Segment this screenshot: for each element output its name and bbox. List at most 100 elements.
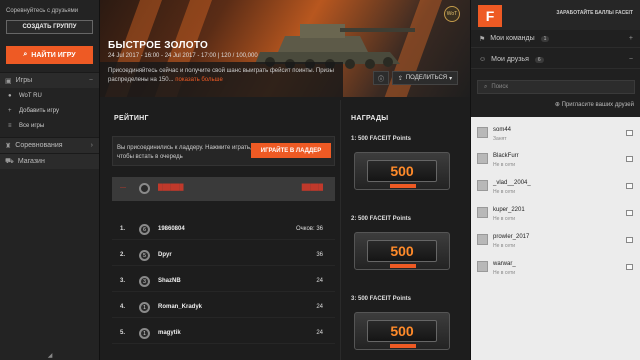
my-friends-section[interactable]: ☺ Мои друзья 6 − (471, 51, 640, 69)
prizes-heading: НАГРАДЫ (351, 115, 389, 122)
right-header: F ЗАРАБОТАЙТЕ БАЛЛЫ FACEIT (471, 0, 640, 30)
find-game-button[interactable]: ⌕ НАЙТИ ИГРУ (6, 46, 93, 64)
event-title: БЫСТРОЕ ЗОЛОТО (108, 40, 209, 51)
shop-section[interactable]: ⛟ Магазин (0, 153, 99, 169)
prize-card: 500 (354, 312, 450, 350)
table-row[interactable]: 4. 1 Roman_Kradyk 24 (112, 300, 335, 318)
expand-icon[interactable]: ◢ (0, 352, 100, 360)
avatar (477, 153, 488, 164)
search-icon: ⌕ (484, 83, 488, 90)
prize-card: 500 (354, 152, 450, 190)
games-section[interactable]: ▣ Игры − (0, 72, 99, 88)
collapse-icon[interactable]: − (89, 77, 93, 84)
my-teams-section[interactable]: ⚑ Мои команды 1 + (471, 30, 640, 48)
minus-icon[interactable]: − (629, 56, 633, 63)
avatar (477, 234, 488, 245)
sidebar-caption: Соревнуйтесь с друзьями (6, 8, 79, 14)
invite-friends-link[interactable]: ⊕ Пригласите ваших друзей (555, 101, 634, 108)
list-item[interactable]: som44 Занят (471, 121, 640, 150)
main-content: WoT БЫСТРОЕ ЗОЛОТО 24 Jul 2017 - 16:00 -… (100, 0, 470, 360)
message-icon[interactable] (626, 210, 633, 216)
plus-icon[interactable]: + (629, 35, 633, 42)
my-rank-score: █████ (301, 185, 323, 191)
player-score: 36 (316, 252, 323, 258)
info-button[interactable]: ⓘ (372, 71, 389, 85)
sidebar-item-label: WoT RU (19, 92, 42, 99)
faceit-points-badge: 500 (367, 160, 437, 188)
sidebar-item-label: Добавить игру (19, 107, 59, 114)
event-description: Присоединяйтесь сейчас и получите свой ш… (100, 62, 343, 97)
share-button[interactable]: ⇪ ПОДЕЛИТЬСЯ ▾ (392, 71, 458, 85)
list-item[interactable]: prowler_2017 Не в сети (471, 228, 640, 257)
player-name[interactable]: Roman_Kradyk (158, 304, 202, 310)
prize-label: 2: 500 FACEIT Points (351, 216, 412, 222)
game-icon: ● (8, 92, 12, 99)
rank-position: 5. (120, 330, 126, 336)
faceit-points-badge: 500 (367, 240, 437, 268)
shop-label: Магазин (17, 158, 45, 165)
list-item[interactable]: BlackFurr Не в сети (471, 147, 640, 176)
event-banner: WoT БЫСТРОЕ ЗОЛОТО 24 Jul 2017 - 16:00 -… (100, 0, 470, 97)
friend-status: Занят (493, 136, 507, 142)
message-icon[interactable] (626, 264, 633, 270)
player-name[interactable]: Dpyr (158, 252, 172, 258)
prize-label: 1: 500 FACEIT Points (351, 136, 412, 142)
faceit-points-badge: 500 (367, 320, 437, 348)
player-score: 24 (316, 330, 323, 336)
sidebar-item-all-games[interactable]: ≡ Все игры (0, 118, 99, 133)
left-sidebar: Соревнуйтесь с друзьями СОЗДАТЬ ГРУППУ ⌕… (0, 0, 100, 360)
friend-status: Не в сети (493, 243, 516, 249)
friend-name: prowler_2017 (493, 234, 530, 240)
level-icon: 3 (139, 276, 150, 287)
sidebar-item-add-game[interactable]: + Добавить игру (0, 103, 99, 118)
message-icon[interactable] (626, 183, 633, 189)
gamepad-icon: ▣ (5, 77, 12, 85)
rank-position: 4. (120, 304, 126, 310)
sidebar-item-wot[interactable]: ● WoT RU (0, 88, 99, 103)
list-item[interactable]: _vlad__2004_ Не в сети (471, 174, 640, 203)
table-row[interactable]: 5. 1 magytik 24 (112, 326, 335, 344)
player-name[interactable]: magytik (158, 330, 181, 336)
friend-status: Не в сети (493, 216, 516, 222)
my-rank-name: ██████ (158, 185, 184, 191)
ladder-join-box: Вы присоединились к ладдеру. Нажмите игр… (112, 136, 335, 166)
play-ladder-button[interactable]: ИГРАЙТЕ В ЛАДДЕР (251, 143, 331, 158)
player-score: Очков: 36 (295, 226, 323, 232)
right-panel: F ЗАРАБОТАЙТЕ БАЛЛЫ FACEIT ⚑ Мои команды… (470, 0, 640, 360)
friend-status: Не в сети (493, 270, 516, 276)
show-more-link[interactable]: показать больше (175, 77, 223, 83)
plus-icon: + (8, 107, 12, 114)
share-label: ПОДЕЛИТЬСЯ (405, 75, 448, 81)
player-name[interactable]: 19860804 (158, 226, 185, 232)
table-row[interactable]: 2. 5 Dpyr 36 (112, 248, 335, 266)
list-item[interactable]: warwar_ Не в сети (471, 255, 640, 284)
avatar (477, 180, 488, 191)
list-icon: ≡ (8, 122, 12, 129)
friend-name: kuper_2201 (493, 207, 525, 213)
create-group-button[interactable]: СОЗДАТЬ ГРУППУ (6, 20, 93, 34)
message-icon[interactable] (626, 156, 633, 162)
message-icon[interactable] (626, 130, 633, 136)
list-item[interactable]: kuper_2201 Не в сети (471, 201, 640, 230)
player-score: 24 (316, 278, 323, 284)
earn-points-link[interactable]: ЗАРАБОТАЙТЕ БАЛЛЫ FACEIT (556, 10, 633, 16)
search-icon: ⌕ (23, 51, 28, 58)
my-teams-label: Мои команды (490, 35, 535, 42)
player-name[interactable]: ShazNB (158, 278, 181, 284)
avatar (477, 261, 488, 272)
plus-circle-icon: ⊕ (554, 102, 560, 108)
invite-label: Пригласите ваших друзей (561, 102, 634, 108)
faceit-logo[interactable]: F (478, 5, 502, 27)
friends-search-input[interactable]: ⌕ Поиск (477, 80, 635, 94)
competitions-section[interactable]: ♜ Соревнования › (0, 137, 99, 153)
table-row[interactable]: 3. 3 ShazNB 24 (112, 274, 335, 292)
sidebar-item-label: Все игры (19, 122, 45, 129)
friends-icon: ☺ (479, 56, 487, 63)
message-icon[interactable] (626, 237, 633, 243)
friend-name: som44 (493, 127, 512, 133)
avatar (477, 127, 488, 138)
table-row[interactable]: 1. 6 19860804 Очков: 36 (112, 222, 335, 240)
teams-count-badge: 1 (540, 35, 550, 42)
rank-position: 1. (120, 226, 126, 232)
banner-actions: ⓘ ⇪ ПОДЕЛИТЬСЯ ▾ (372, 71, 458, 85)
